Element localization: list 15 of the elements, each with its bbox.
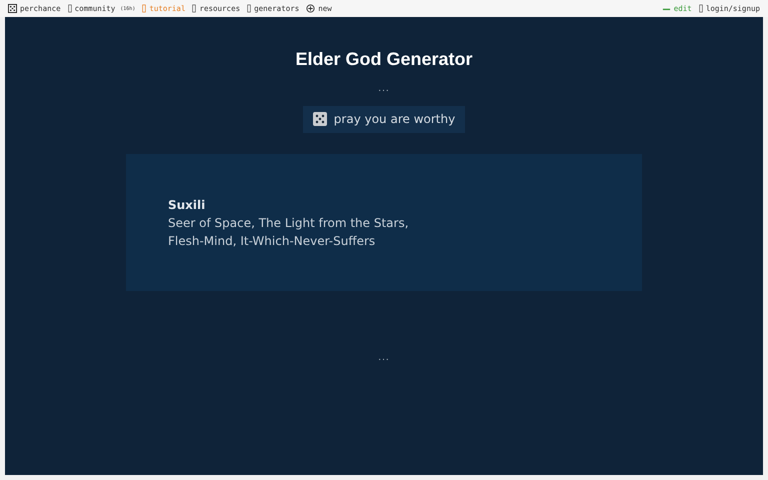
god-titles: Flesh-Mind, It-Which-Never-Suffers [168, 233, 376, 250]
generate-button[interactable]: pray you are worthy [302, 106, 466, 133]
dice-icon [312, 112, 327, 126]
ellipsis: ... [378, 353, 390, 363]
page-title: Elder God Generator [295, 49, 473, 70]
god-titles: Seer of Space, The Light from the Stars, [168, 215, 410, 232]
square-icon [247, 4, 252, 13]
ellipsis: ... [378, 84, 390, 94]
dice-icon [8, 4, 17, 13]
square-icon [68, 4, 72, 13]
square-icon [142, 4, 146, 13]
plus-icon [306, 4, 316, 13]
god-name: Suxili [168, 197, 206, 214]
square-icon [192, 4, 196, 13]
square-icon [698, 4, 703, 13]
